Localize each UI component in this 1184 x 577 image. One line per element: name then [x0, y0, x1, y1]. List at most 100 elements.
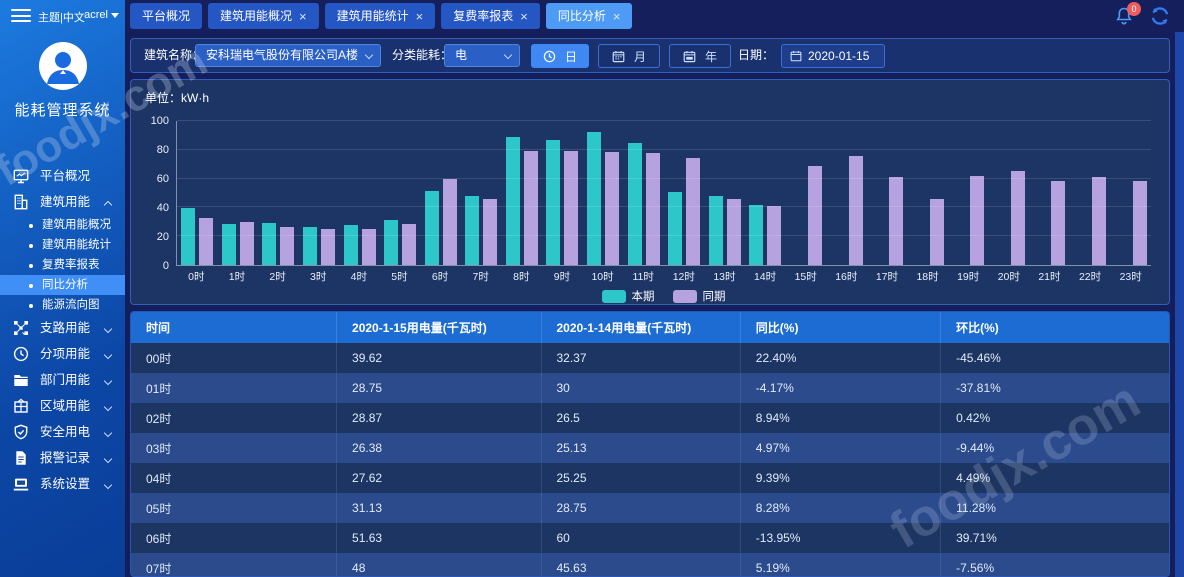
- chart-bar-同期: [1092, 177, 1106, 265]
- table-cell: 28.75: [337, 373, 541, 403]
- chart-category-group: [623, 121, 664, 265]
- chevron-down-icon: [104, 429, 112, 437]
- table-cell: -13.95%: [740, 523, 940, 553]
- date-input[interactable]: 2020-01-15: [781, 44, 885, 68]
- legend-swatch: [602, 290, 626, 303]
- chart-category-group: [826, 121, 867, 265]
- page-scrollbar[interactable]: [1175, 32, 1184, 577]
- user-icon: [39, 42, 87, 90]
- bullet-icon: [29, 244, 33, 248]
- chart-bar-同期: [970, 176, 984, 265]
- sidebar-subitem-建筑用能概况[interactable]: 建筑用能概况: [0, 215, 125, 235]
- legend-item-同期[interactable]: 同期: [673, 288, 726, 304]
- sidebar-item-报警记录[interactable]: 报警记录: [0, 445, 125, 471]
- refresh-icon[interactable]: [1149, 5, 1171, 32]
- theme-language-switch[interactable]: 主题|中文: [38, 9, 85, 25]
- tab-close-icon[interactable]: ×: [613, 10, 621, 23]
- year-button-label: 年: [705, 48, 717, 65]
- table-cell: -7.56%: [941, 553, 1169, 577]
- notification-bell-icon[interactable]: 0: [1114, 5, 1134, 32]
- table-row: 03时26.3825.134.97%-9.44%: [131, 433, 1169, 463]
- calendar-icon: [612, 50, 625, 63]
- x-tick-label: 3时: [298, 269, 339, 284]
- table-cell: 48: [337, 553, 541, 577]
- tab-复费率报表[interactable]: 复费率报表×: [441, 3, 540, 29]
- user-menu[interactable]: acrel: [84, 9, 119, 21]
- sidebar-item-安全用电[interactable]: 安全用电: [0, 419, 125, 445]
- chart-category-group: [339, 121, 380, 265]
- chart-bar-本期: [303, 227, 317, 265]
- app-title: 能耗管理系统: [0, 99, 125, 120]
- sidebar-subitem-label: 能源流向图: [42, 299, 100, 311]
- chart-legend: 本期 同期: [176, 288, 1151, 304]
- shield-icon: [13, 424, 29, 440]
- table-body: 00时39.6232.3722.40%-45.46%01时28.7530-4.1…: [131, 343, 1169, 577]
- x-tick-label: 0时: [176, 269, 217, 284]
- tab-同比分析[interactable]: 同比分析 ×: [546, 3, 633, 29]
- chart-category-group: [907, 121, 948, 265]
- table-cell: 60: [541, 523, 740, 553]
- chart-bar-同期: [1011, 171, 1025, 265]
- sidebar-item-建筑用能[interactable]: 建筑用能: [0, 189, 125, 215]
- table-header-cell: 时间: [131, 312, 337, 343]
- chart-category-group: [461, 121, 502, 265]
- day-button-label: 日: [565, 48, 577, 65]
- sidebar-subitem-能源流向图[interactable]: 能源流向图: [0, 295, 125, 315]
- tab-close-icon[interactable]: ×: [520, 10, 528, 23]
- tab-close-icon[interactable]: ×: [416, 10, 424, 23]
- chart-bar-本期: [587, 132, 601, 265]
- sidebar-item-系统设置[interactable]: 系统设置: [0, 471, 125, 497]
- energy-type-select[interactable]: 电: [444, 44, 520, 67]
- sidebar-item-区域用能[interactable]: 区域用能: [0, 393, 125, 419]
- day-mode-button[interactable]: 日: [531, 44, 589, 68]
- chart-category-group: [1110, 121, 1151, 265]
- bullet-icon: [29, 224, 33, 228]
- table-cell: 01时: [131, 373, 337, 403]
- tab-close-icon[interactable]: ×: [299, 10, 307, 23]
- x-tick-label: 7时: [460, 269, 501, 284]
- chart-bar-同期: [402, 224, 416, 265]
- sidebar-subitem-建筑用能统计[interactable]: 建筑用能统计: [0, 235, 125, 255]
- chart-bar-本期: [262, 223, 276, 265]
- year-mode-button[interactable]: 年: [669, 44, 731, 68]
- table-cell: 07时: [131, 553, 337, 577]
- table-cell: 39.62: [337, 343, 541, 373]
- sidebar-item-label: 部门用能: [40, 373, 90, 387]
- tab-label: 同比分析: [558, 3, 606, 29]
- chart-category-group: [745, 121, 786, 265]
- x-tick-label: 8时: [501, 269, 542, 284]
- chart-category-group: [177, 121, 218, 265]
- month-mode-button[interactable]: 月: [598, 44, 660, 68]
- sidebar-item-平台概况[interactable]: 平台概况: [0, 163, 125, 189]
- chevron-down-icon: [504, 51, 512, 59]
- hamburger-menu-icon[interactable]: [11, 9, 31, 23]
- sidebar-item-支路用能[interactable]: 支路用能: [0, 315, 125, 341]
- table-cell: 25.13: [541, 433, 740, 463]
- date-label: 日期：: [738, 39, 774, 72]
- chart-bar-同期: [199, 218, 213, 265]
- sidebar-subitem-复费率报表[interactable]: 复费率报表: [0, 255, 125, 275]
- x-tick-label: 23时: [1110, 269, 1151, 284]
- tab-建筑用能概况[interactable]: 建筑用能概况×: [208, 3, 319, 29]
- chart-bar-本期: [668, 192, 682, 265]
- sidebar-item-分项用能[interactable]: 分项用能: [0, 341, 125, 367]
- date-value: 2020-01-15: [808, 49, 869, 63]
- month-button-label: 月: [634, 48, 646, 65]
- building-select[interactable]: 安科瑞电气股份有限公司A楼: [195, 44, 381, 67]
- x-tick-label: 16时: [826, 269, 867, 284]
- table-row: 04时27.6225.259.39%4.49%: [131, 463, 1169, 493]
- tab-平台概况[interactable]: 平台概况: [130, 3, 202, 29]
- gridline: [177, 149, 1151, 150]
- chart-bar-本期: [181, 208, 195, 265]
- sidebar-subitem-同比分析[interactable]: 同比分析: [0, 275, 125, 295]
- tab-建筑用能统计[interactable]: 建筑用能统计×: [325, 3, 436, 29]
- chart-unit-label: 单位：kW·h: [145, 89, 209, 106]
- table-cell: 04时: [131, 463, 337, 493]
- chart-category-group: [867, 121, 908, 265]
- sidebar-item-部门用能[interactable]: 部门用能: [0, 367, 125, 393]
- chart-bar-本期: [506, 137, 520, 265]
- table-cell: 25.25: [541, 463, 740, 493]
- avatar: [39, 42, 87, 90]
- legend-item-本期[interactable]: 本期: [602, 288, 655, 304]
- table-cell: 00时: [131, 343, 337, 373]
